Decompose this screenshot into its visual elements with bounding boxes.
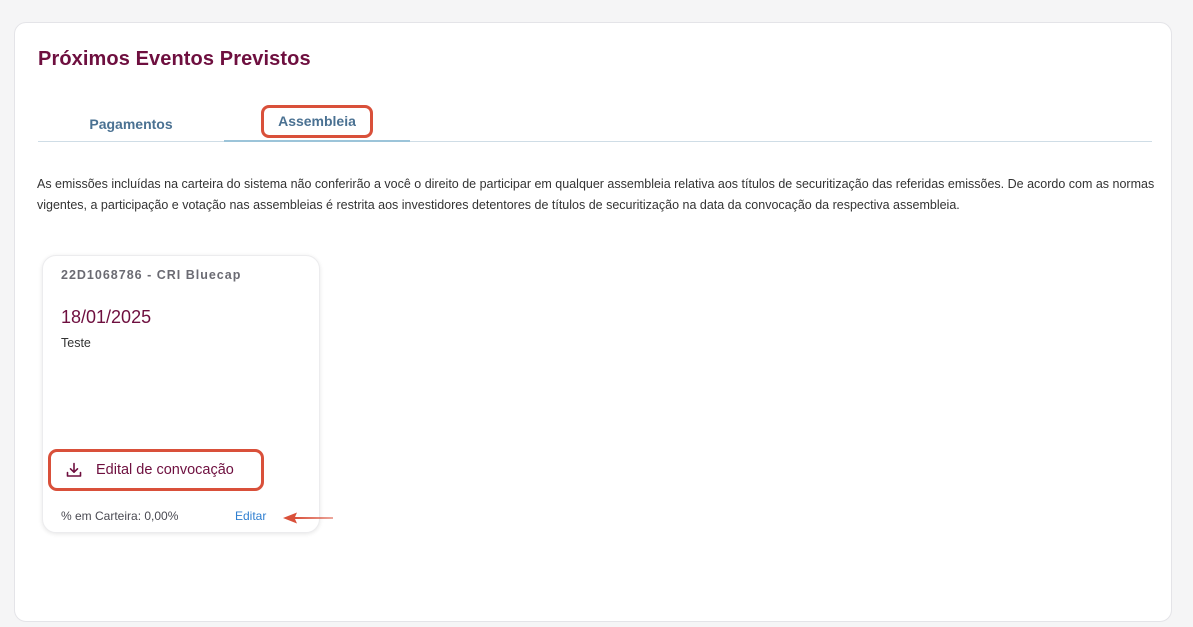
events-panel: Próximos Eventos Previstos Pagamentos As… <box>14 22 1172 622</box>
download-icon <box>65 461 83 479</box>
download-edital-label: Edital de convocação <box>96 462 234 478</box>
tab-pagamentos[interactable]: Pagamentos <box>38 107 224 141</box>
tab-assembleia[interactable]: Assembleia <box>224 105 410 142</box>
card-event-date: 18/01/2025 <box>61 307 152 327</box>
tab-bar: Pagamentos Assembleia <box>38 105 1152 142</box>
disclaimer-text: As emissões incluídas na carteira do sis… <box>37 177 1155 212</box>
edit-link[interactable]: Editar <box>235 509 266 523</box>
tab-pagamentos-label: Pagamentos <box>89 116 173 132</box>
tab-assembleia-highlight: Assembleia <box>261 105 373 138</box>
download-edital-button[interactable]: Edital de convocação <box>48 449 264 491</box>
card-event-description: Teste <box>61 336 91 350</box>
card-emission-code: 22D1068786 - CRI Bluecap <box>61 268 242 282</box>
pointer-arrow-icon <box>283 512 333 524</box>
event-card: 22D1068786 - CRI Bluecap 18/01/2025 Test… <box>42 255 333 533</box>
section-title: Próximos Eventos Previstos <box>38 48 311 70</box>
carteira-percentage: % em Carteira: 0,00% <box>61 509 179 523</box>
tab-assembleia-label: Assembleia <box>278 113 356 129</box>
